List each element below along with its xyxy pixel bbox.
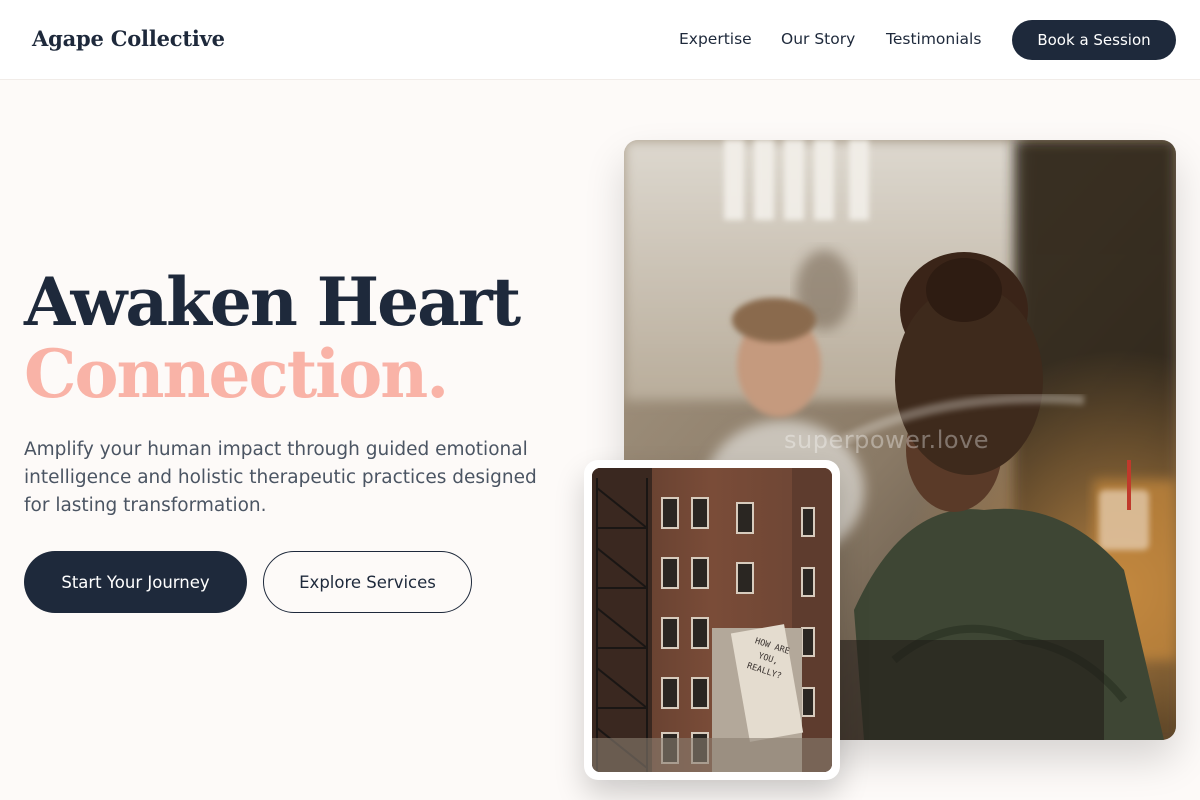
nav-link-our-story[interactable]: Our Story (781, 30, 855, 48)
brick-building-illustration (592, 468, 832, 772)
hero-headline: Awaken Heart Connection. (24, 266, 584, 410)
image-watermark: superpower.love (784, 426, 990, 454)
nav-link-testimonials[interactable]: Testimonials (886, 30, 981, 48)
explore-services-button[interactable]: Explore Services (263, 551, 472, 613)
hero-headline-line2: Connection. (24, 335, 449, 413)
inset-photo-building: HOW ARE YOU, REALLY? (592, 468, 832, 772)
start-journey-button[interactable]: Start Your Journey (24, 551, 247, 613)
nav-link-expertise[interactable]: Expertise (679, 30, 752, 48)
brand-logo[interactable]: Agape Collective (32, 26, 225, 51)
top-navigation-bar: Agape Collective Expertise Our Story Tes… (0, 0, 1200, 80)
inset-photo-card: HOW ARE YOU, REALLY? (584, 460, 840, 780)
hero-subtext: Amplify your human impact through guided… (24, 439, 537, 516)
hero-headline-line1: Awaken Heart (24, 263, 521, 341)
book-session-button[interactable]: Book a Session (1012, 20, 1176, 60)
